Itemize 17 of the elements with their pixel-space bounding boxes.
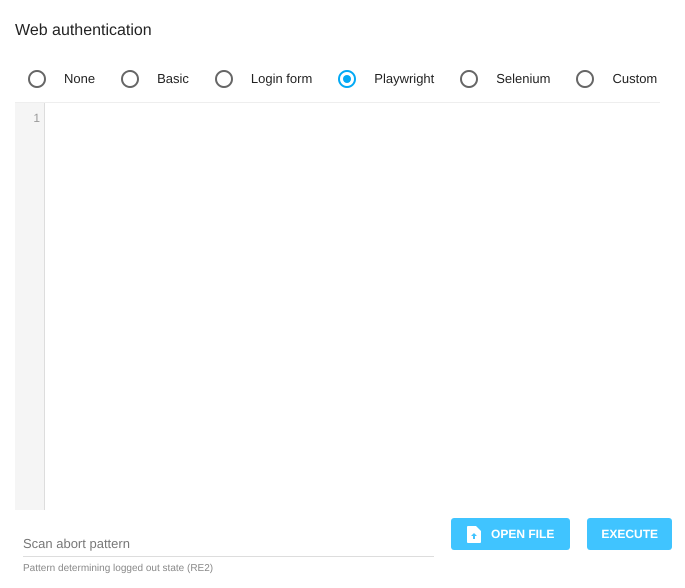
radio-button[interactable] [576,70,594,88]
input-field[interactable]: Scan abort pattern [23,535,434,557]
radio-label[interactable]: Selenium [496,69,550,89]
helper-text: Pattern determining logged out state (RE2) [23,562,214,576]
radio-label[interactable]: Basic [157,69,189,89]
radio-label[interactable]: None [64,69,96,89]
radio-button[interactable] [28,70,46,88]
radio-button[interactable] [460,70,478,88]
radio-button[interactable] [338,70,356,88]
line-number: 1 [33,110,40,127]
radio-button[interactable] [121,70,140,88]
radio-button[interactable] [214,70,233,88]
section-title: Web authentication [15,21,153,41]
radio-label[interactable]: Custom [612,69,658,89]
radio-label[interactable]: Login form [250,69,312,89]
radio-label[interactable]: Playwright [374,69,434,89]
file-upload-icon [467,526,481,542]
